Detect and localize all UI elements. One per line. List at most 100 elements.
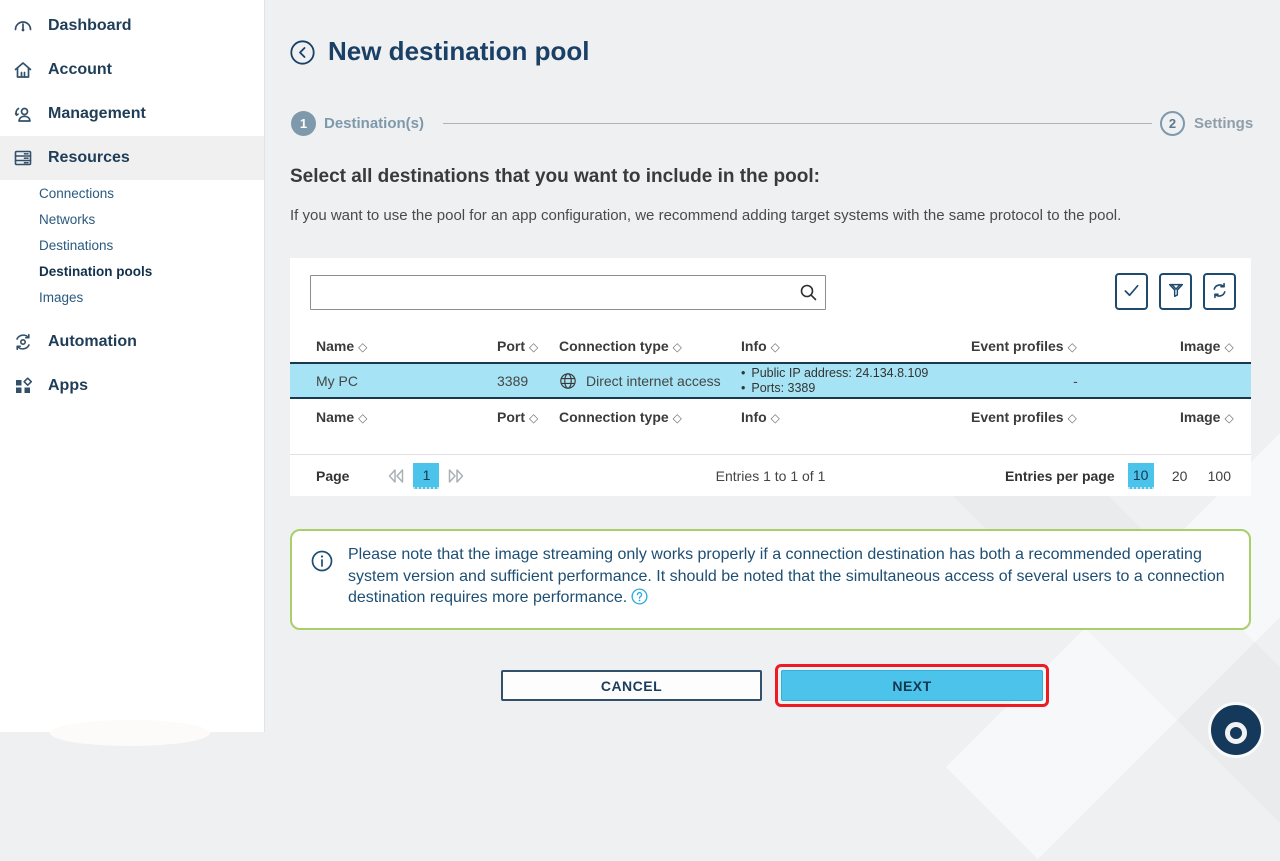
home-icon bbox=[12, 59, 34, 81]
next-button[interactable]: NEXT bbox=[781, 670, 1043, 701]
cell-event-profiles: - bbox=[971, 373, 1180, 389]
column-label: Image bbox=[1180, 338, 1220, 354]
resources-subnav: Connections Networks Destinations Destin… bbox=[0, 180, 264, 310]
sidebar-item-label: Dashboard bbox=[48, 17, 132, 35]
sort-icon[interactable]: ◇ bbox=[529, 411, 538, 425]
sidebar-item-destinations[interactable]: Destinations bbox=[0, 232, 264, 258]
table-header-top: Name ◇ Port ◇ Connection type ◇ Info ◇ Event… bbox=[290, 330, 1251, 362]
sort-icon[interactable]: ◇ bbox=[771, 340, 780, 354]
stepper-connector bbox=[443, 123, 1152, 124]
column-header-info[interactable]: Info ◇ bbox=[741, 338, 971, 354]
sidebar-item-label: Automation bbox=[48, 333, 137, 351]
check-icon bbox=[1122, 281, 1141, 303]
back-button[interactable] bbox=[290, 40, 315, 65]
users-icon bbox=[12, 103, 34, 125]
column-header-image[interactable]: Image ◇ bbox=[1180, 338, 1234, 354]
refresh-button[interactable] bbox=[1203, 273, 1236, 310]
next-page-icon[interactable] bbox=[447, 468, 465, 484]
sort-icon[interactable]: ◇ bbox=[1224, 411, 1233, 425]
connection-type-label: Direct internet access bbox=[586, 373, 721, 389]
sort-icon[interactable]: ◇ bbox=[673, 411, 682, 425]
column-label: Connection type bbox=[559, 409, 669, 425]
sidebar-item-resources[interactable]: Resources bbox=[0, 136, 264, 180]
sidebar-item-account[interactable]: Account bbox=[0, 48, 264, 92]
next-button-highlight: NEXT bbox=[775, 664, 1049, 707]
current-page-button[interactable]: 1 bbox=[413, 463, 439, 489]
bullet: • bbox=[741, 381, 745, 396]
column-header-connection-type[interactable]: Connection type ◇ bbox=[559, 338, 741, 354]
column-label: Info bbox=[741, 338, 767, 354]
sort-icon[interactable]: ◇ bbox=[1068, 340, 1077, 354]
column-header-connection-type[interactable]: Connection type ◇ bbox=[559, 409, 741, 425]
info-icon bbox=[311, 550, 333, 572]
column-label: Image bbox=[1180, 409, 1220, 425]
column-label: Name bbox=[316, 409, 354, 425]
sidebar-item-connections[interactable]: Connections bbox=[0, 180, 264, 206]
page-size-10[interactable]: 10 bbox=[1128, 463, 1154, 489]
column-label: Port bbox=[497, 338, 525, 354]
column-header-port[interactable]: Port ◇ bbox=[497, 409, 559, 425]
sort-icon[interactable]: ◇ bbox=[529, 340, 538, 354]
column-header-event-profiles[interactable]: Event profiles ◇ bbox=[971, 409, 1180, 425]
previous-page-icon[interactable] bbox=[387, 468, 405, 484]
info-line: Public IP address: 24.134.8.109 bbox=[751, 366, 928, 381]
column-header-name[interactable]: Name ◇ bbox=[316, 409, 497, 425]
cancel-button[interactable]: CANCEL bbox=[501, 670, 762, 701]
sidebar-item-management[interactable]: Management bbox=[0, 92, 264, 136]
cell-info: •Public IP address: 24.134.8.109 •Ports:… bbox=[741, 366, 971, 396]
cell-port: 3389 bbox=[497, 373, 559, 389]
sidebar-item-label: Account bbox=[48, 61, 112, 79]
info-line: Ports: 3389 bbox=[751, 381, 815, 396]
sort-icon[interactable]: ◇ bbox=[1068, 411, 1077, 425]
sidebar-item-destination-pools[interactable]: Destination pools bbox=[0, 258, 264, 284]
step-1-label: Destination(s) bbox=[324, 115, 424, 132]
column-header-name[interactable]: Name ◇ bbox=[316, 338, 497, 354]
search-icon[interactable] bbox=[799, 283, 818, 302]
sidebar-item-label: Resources bbox=[48, 149, 130, 167]
search-input[interactable] bbox=[310, 275, 826, 310]
filter-funnel-icon bbox=[1167, 281, 1185, 302]
column-header-image[interactable]: Image ◇ bbox=[1180, 409, 1234, 425]
sort-icon[interactable]: ◇ bbox=[358, 340, 367, 354]
table-row[interactable]: My PC 3389 Direct internet access • Publi… bbox=[290, 362, 1251, 399]
sidebar-item-automation[interactable]: Automation bbox=[0, 320, 264, 364]
sidebar-item-apps[interactable]: Apps bbox=[0, 364, 264, 408]
sort-icon[interactable]: ◇ bbox=[1224, 340, 1233, 354]
sort-icon[interactable]: ◇ bbox=[358, 411, 367, 425]
apps-icon bbox=[12, 375, 34, 397]
column-header-info[interactable]: Info◇ bbox=[741, 409, 971, 425]
column-header-port[interactable]: Port ◇ bbox=[497, 338, 559, 354]
search-field-wrap bbox=[310, 275, 826, 310]
page-size-100[interactable]: 100 bbox=[1206, 463, 1233, 489]
headset-icon bbox=[1225, 722, 1247, 744]
column-label: Connection type bbox=[559, 338, 669, 354]
subnav-label: Networks bbox=[39, 212, 95, 227]
sidebar-item-networks[interactable]: Networks bbox=[0, 206, 264, 232]
page-label: Page bbox=[316, 468, 349, 484]
table-action-buttons bbox=[1115, 273, 1236, 310]
entries-per-page-label: Entries per page bbox=[1005, 468, 1115, 484]
sidebar-item-images[interactable]: Images bbox=[0, 284, 264, 310]
table-header-bottom: Name ◇ Port ◇ Connection type ◇ Info◇ Event… bbox=[290, 401, 1251, 433]
info-note: Please note that the image streaming onl… bbox=[290, 529, 1251, 630]
column-label: Name bbox=[316, 338, 354, 354]
column-header-event-profiles[interactable]: Event profiles◇ bbox=[971, 338, 1180, 354]
note-text: Please note that the image streaming onl… bbox=[348, 544, 1227, 609]
page-size-20[interactable]: 20 bbox=[1167, 463, 1193, 489]
automation-icon bbox=[12, 331, 34, 353]
step-2-number: 2 bbox=[1169, 116, 1176, 131]
filter-button[interactable] bbox=[1159, 273, 1192, 310]
sort-icon[interactable]: ◇ bbox=[771, 411, 780, 425]
column-label: Port bbox=[497, 409, 525, 425]
cell-name: My PC bbox=[316, 373, 497, 389]
step-1-number: 1 bbox=[300, 116, 307, 131]
column-label: Event profiles bbox=[971, 409, 1064, 425]
sidebar-item-dashboard[interactable]: Dashboard bbox=[0, 4, 264, 48]
help-icon[interactable] bbox=[631, 588, 648, 605]
select-all-button[interactable] bbox=[1115, 273, 1148, 310]
page-navigation: 1 bbox=[387, 463, 465, 489]
entries-per-page: Entries per page 10 20 100 bbox=[1005, 463, 1233, 489]
support-button[interactable] bbox=[1208, 702, 1264, 758]
server-icon bbox=[12, 147, 34, 169]
sort-icon[interactable]: ◇ bbox=[673, 340, 682, 354]
